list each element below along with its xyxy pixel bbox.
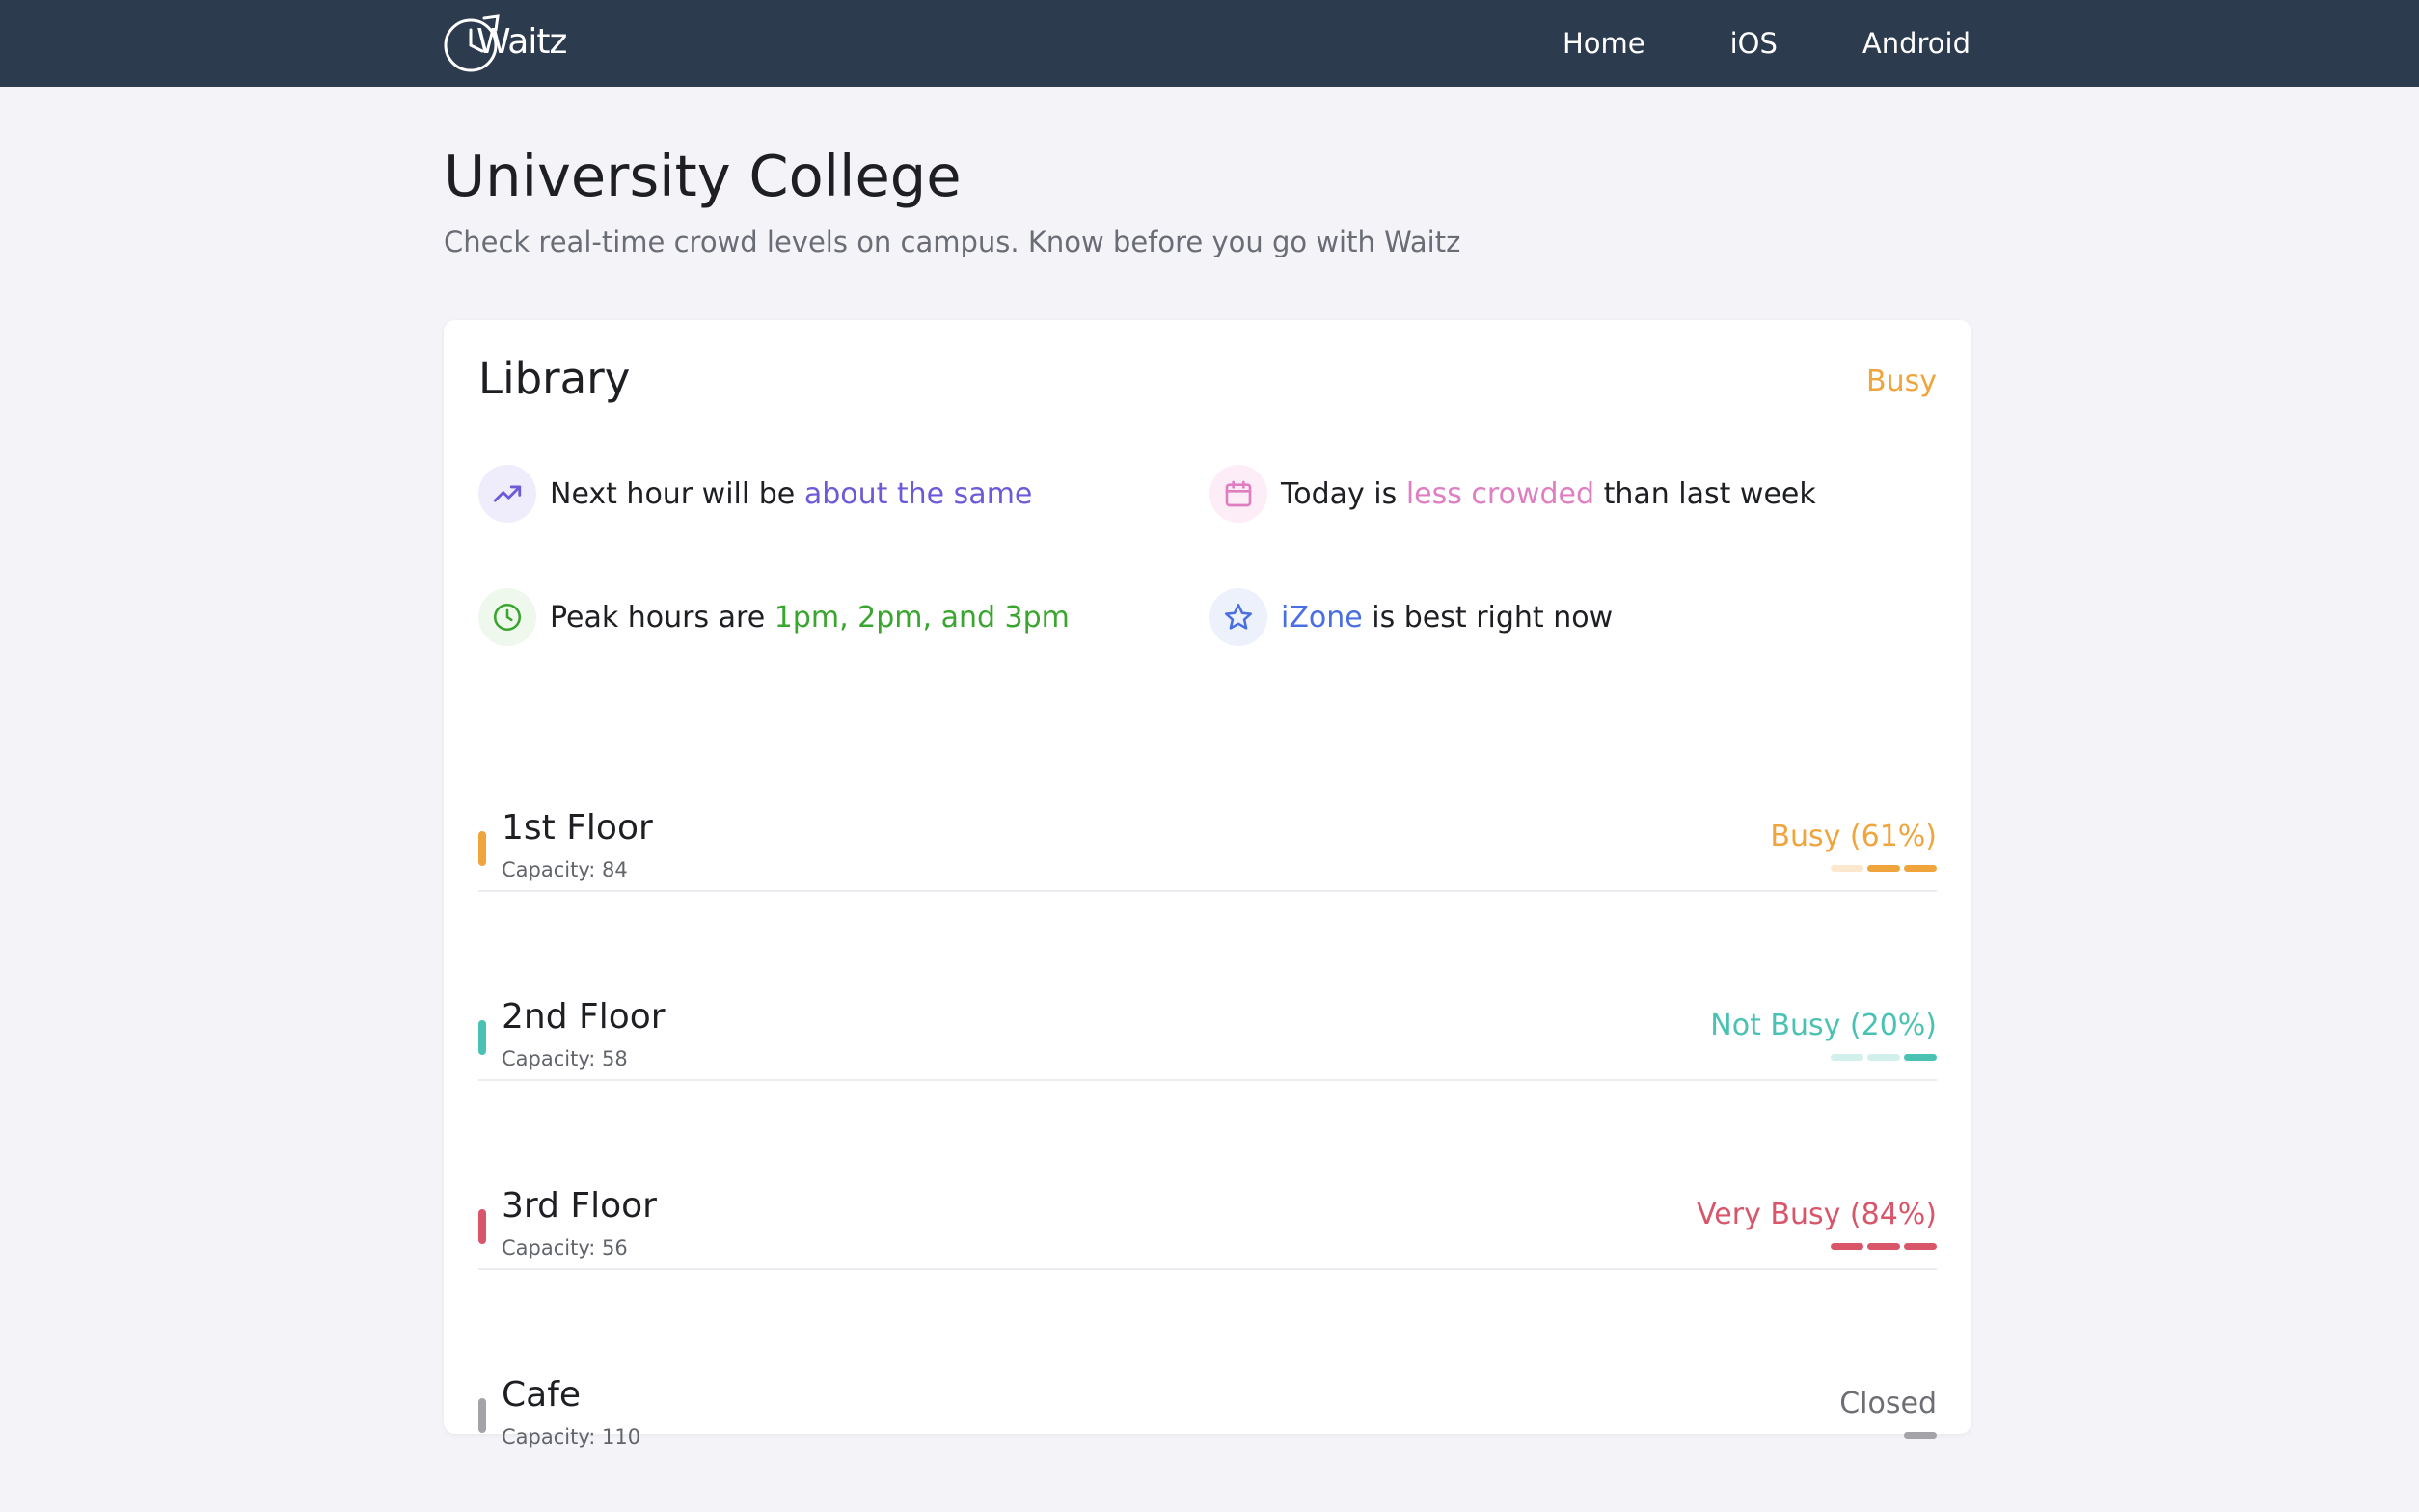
insight-best-suffix: is best right now (1372, 600, 1614, 634)
insight-next-hour-highlight: about the same (803, 476, 1033, 511)
insight-best-area: iZone is best right now (1210, 588, 1613, 646)
floor-row-cafe[interactable]: Cafe Capacity: 110 Closed (478, 1323, 1937, 1512)
trending-up-icon (478, 465, 536, 523)
top-nav-bar: Waitz Home iOS Android (0, 0, 2419, 87)
busyness-meter (1831, 1243, 1937, 1250)
insight-best-highlight[interactable]: iZone (1281, 601, 1363, 634)
logo-text: Waitz (476, 22, 567, 62)
meter-segment (1867, 1054, 1900, 1061)
nav-home-link[interactable]: Home (1563, 27, 1645, 60)
floor-status: Closed (1839, 1387, 1937, 1420)
meter-segment (1867, 865, 1900, 872)
meter-segment (1904, 865, 1937, 872)
insight-peak-highlight: 1pm, 2pm, and 3pm (774, 600, 1070, 634)
insight-today: Today is less crowded than last week (1210, 465, 1816, 523)
insight-next-hour-prefix: Next hour will be (550, 476, 796, 511)
insight-peak-hours: Peak hours are 1pm, 2pm, and 3pm (478, 588, 1070, 646)
floor-name: Cafe (502, 1375, 582, 1415)
waitz-logo[interactable]: Waitz (442, 13, 567, 74)
meter-segment (1904, 1432, 1937, 1439)
meter-segment (1831, 1054, 1863, 1061)
row-divider (478, 1079, 1937, 1081)
insight-today-prefix: Today is (1281, 476, 1398, 511)
star-icon (1210, 588, 1267, 646)
insight-next-hour: Next hour will be about the same (478, 465, 1032, 523)
floor-row-2nd-floor[interactable]: 2nd Floor Capacity: 58 Not Busy (20%) (478, 945, 1937, 1134)
insight-today-highlight: less crowded (1405, 476, 1595, 511)
meter-segment (1904, 1054, 1937, 1061)
floor-row-1st-floor[interactable]: 1st Floor Capacity: 84 Busy (61%) (478, 756, 1937, 945)
floor-row-3rd-floor[interactable]: 3rd Floor Capacity: 56 Very Busy (84%) (478, 1134, 1937, 1323)
row-divider (478, 1268, 1937, 1270)
floor-capacity: Capacity: 84 (502, 858, 628, 881)
clock-icon (478, 588, 536, 646)
floor-color-indicator (478, 1020, 486, 1055)
busyness-meter (1831, 865, 1937, 872)
nav-android-link[interactable]: Android (1862, 27, 1971, 60)
meter-segment (1831, 1243, 1863, 1250)
card-title: Library (478, 353, 631, 404)
floor-name: 1st Floor (502, 808, 653, 848)
floor-name: 2nd Floor (502, 997, 666, 1037)
page-subtitle: Check real-time crowd levels on campus. … (444, 226, 1461, 258)
page-title: University College (444, 143, 962, 209)
meter-segment (1831, 865, 1863, 872)
floor-capacity: Capacity: 56 (502, 1236, 628, 1259)
floor-status: Not Busy (20%) (1710, 1009, 1937, 1042)
floor-status: Very Busy (84%) (1697, 1198, 1937, 1231)
busyness-meter (1831, 1054, 1937, 1061)
floor-color-indicator (478, 1209, 486, 1244)
row-divider (478, 890, 1937, 892)
floor-status: Busy (61%) (1770, 820, 1937, 853)
meter-segment (1904, 1243, 1937, 1250)
floor-name: 3rd Floor (502, 1186, 657, 1226)
busyness-meter (1904, 1432, 1937, 1439)
card-status: Busy (1866, 364, 1937, 398)
main-nav: Home iOS Android (1563, 0, 1971, 87)
nav-ios-link[interactable]: iOS (1730, 27, 1778, 60)
floor-color-indicator (478, 1398, 486, 1433)
insight-peak-prefix: Peak hours are (550, 600, 766, 634)
meter-segment (1867, 1243, 1900, 1250)
insight-today-suffix: than last week (1603, 476, 1816, 511)
library-card: Library Busy Next hour will be about the… (444, 320, 1971, 1448)
floor-color-indicator (478, 831, 486, 866)
floor-capacity: Capacity: 110 (502, 1425, 641, 1448)
calendar-icon (1210, 465, 1267, 523)
floor-capacity: Capacity: 58 (502, 1047, 628, 1070)
